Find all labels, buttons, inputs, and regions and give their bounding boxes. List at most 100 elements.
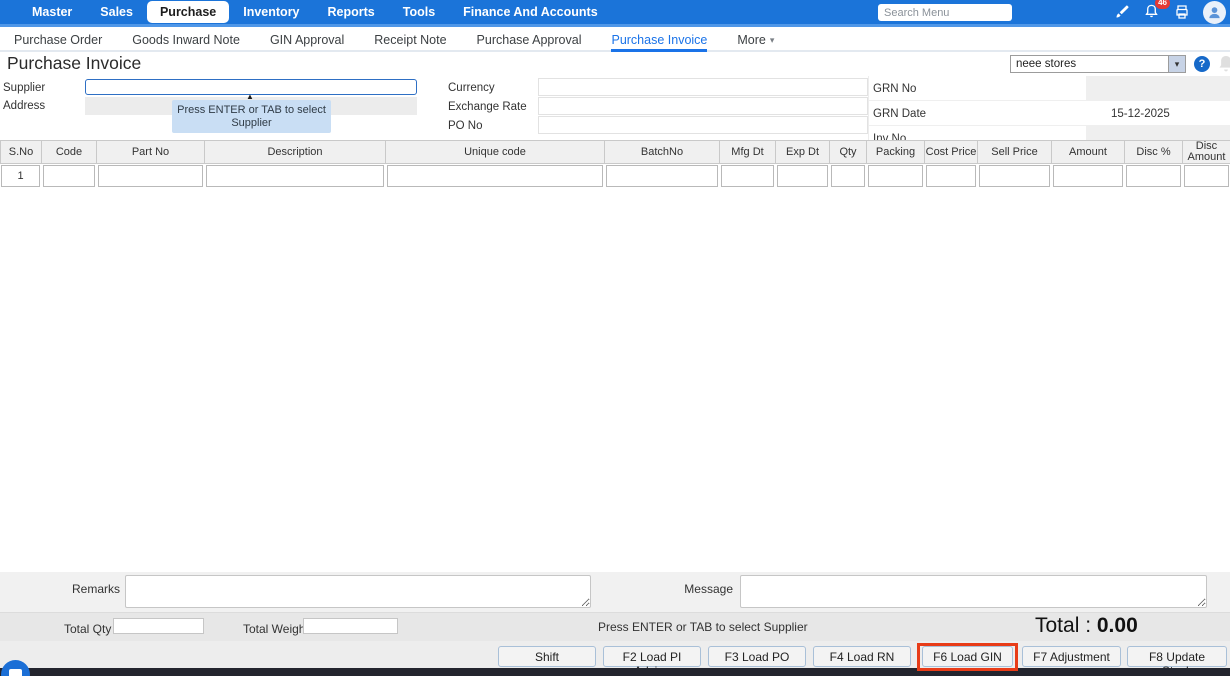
chat-icon xyxy=(9,669,22,676)
column-header-sell-price: Sell Price xyxy=(978,140,1052,164)
tab-more[interactable]: More ▾ xyxy=(737,29,774,51)
nav-icon-group: 46 xyxy=(1113,0,1226,24)
tab-goods-inward-note[interactable]: Goods Inward Note xyxy=(132,29,240,51)
cell-description[interactable] xyxy=(206,165,384,187)
column-header-qty: Qty xyxy=(830,140,867,164)
tab-gin-approval[interactable]: GIN Approval xyxy=(270,29,344,51)
cell-disc-pct[interactable] xyxy=(1126,165,1181,187)
cell-mfg-dt[interactable] xyxy=(721,165,774,187)
total-qty-input[interactable] xyxy=(113,618,204,634)
inv-no-label: Inv No xyxy=(873,133,907,140)
column-header-mfg-dt: Mfg Dt xyxy=(720,140,776,164)
column-header-exp-dt: Exp Dt xyxy=(776,140,830,164)
dropdown-arrow-icon[interactable]: ▾ xyxy=(1168,56,1185,72)
bottom-bar xyxy=(0,668,1230,676)
grn-no-row: GRN No xyxy=(869,76,1230,101)
chevron-down-icon: ▾ xyxy=(769,34,775,45)
cell-packing[interactable] xyxy=(868,165,923,187)
status-message: Press ENTER or TAB to select Supplier xyxy=(598,620,808,634)
notification-count-badge: 46 xyxy=(1155,0,1170,9)
tab-receipt-note[interactable]: Receipt Note xyxy=(374,29,446,51)
nav-item-inventory[interactable]: Inventory xyxy=(229,1,313,23)
cell-part-no[interactable] xyxy=(98,165,203,187)
grn-panel: GRN No GRN Date 15-12-2025 Inv No xyxy=(868,76,1230,140)
user-avatar[interactable] xyxy=(1203,0,1226,24)
function-buttons-strip: Shift F2 Load PI Advice F3 Load PO F4 Lo… xyxy=(0,641,1230,676)
f2-load-pi-advice-button[interactable]: F2 Load PI Advice xyxy=(603,646,701,676)
grand-total-value: 0.00 xyxy=(1096,614,1138,637)
grn-date-label: GRN Date xyxy=(873,108,927,120)
theme-brush-icon[interactable] xyxy=(1113,3,1131,21)
supplier-tooltip: Press ENTER or TAB to select Supplier xyxy=(172,100,331,133)
notifications-bell-icon[interactable]: 46 xyxy=(1143,0,1170,21)
column-header-disc-pct: Disc % xyxy=(1125,140,1183,164)
column-header-part-no: Part No xyxy=(97,140,205,164)
tab-more-label: More xyxy=(737,33,766,47)
cell-batchno[interactable] xyxy=(606,165,718,187)
f4-load-rn-button[interactable]: F4 Load RN xyxy=(813,646,911,667)
cell-disc-amount[interactable] xyxy=(1184,165,1229,187)
nav-item-sales[interactable]: Sales xyxy=(86,1,147,23)
nav-item-master[interactable]: Master xyxy=(18,1,86,23)
grand-total: Total : 0.00 xyxy=(1035,614,1138,638)
nav-item-purchase[interactable]: Purchase xyxy=(146,1,230,23)
remarks-strip: Remarks Message xyxy=(0,572,1230,612)
grand-total-label: Total : xyxy=(1035,614,1092,637)
nav-item-reports[interactable]: Reports xyxy=(314,1,389,23)
po-no-label: PO No xyxy=(448,120,483,132)
tab-purchase-order[interactable]: Purchase Order xyxy=(14,29,102,51)
cell-code[interactable] xyxy=(43,165,95,187)
grn-date-value: 15-12-2025 xyxy=(1111,108,1170,120)
f7-adjustment-button[interactable]: F7 Adjustment xyxy=(1022,646,1121,667)
cell-cost-price[interactable] xyxy=(926,165,976,187)
print-icon[interactable] xyxy=(1173,3,1191,21)
f3-load-po-button[interactable]: F3 Load PO xyxy=(708,646,806,667)
inv-no-value-cell xyxy=(1086,126,1230,140)
nav-item-finance-and-accounts[interactable]: Finance And Accounts xyxy=(449,1,612,23)
currency-input[interactable] xyxy=(538,78,868,96)
address-label: Address xyxy=(3,100,46,112)
message-label: Message xyxy=(684,582,733,596)
tab-purchase-invoice[interactable]: Purchase Invoice xyxy=(611,29,707,52)
page-title: Purchase Invoice xyxy=(7,53,142,73)
supplier-label: Supplier xyxy=(3,82,46,94)
column-header-batchno: BatchNo xyxy=(605,140,720,164)
exchange-rate-label: Exchange Rate xyxy=(448,101,527,113)
po-no-input[interactable] xyxy=(538,116,868,134)
search-input[interactable] xyxy=(878,4,1012,21)
cell-sell-price[interactable] xyxy=(979,165,1050,187)
remarks-label: Remarks xyxy=(72,582,121,596)
cell-amount[interactable] xyxy=(1053,165,1123,187)
column-header-description: Description xyxy=(205,140,386,164)
help-icon[interactable]: ? xyxy=(1194,56,1210,72)
store-selector-value: neee stores xyxy=(1016,58,1077,70)
grn-no-value-cell xyxy=(1086,76,1230,100)
column-header-sno: S.No xyxy=(0,140,42,164)
exchange-rate-input[interactable] xyxy=(538,97,868,115)
currency-label: Currency xyxy=(448,82,495,94)
total-weight-label: Total Weight xyxy=(243,622,309,636)
column-header-code: Code xyxy=(42,140,97,164)
column-header-packing: Packing xyxy=(867,140,925,164)
invoice-form: Supplier Address ▲ Press ENTER or TAB to… xyxy=(0,76,1230,140)
f8-update-stock-button[interactable]: F8 Update Stock xyxy=(1127,646,1227,676)
table-row: 1 xyxy=(1,165,1230,187)
f6-load-gin-button[interactable]: F6 Load GIN xyxy=(922,646,1013,667)
total-weight-input[interactable] xyxy=(303,618,398,634)
total-qty-label: Total Qty xyxy=(64,622,112,636)
grn-no-label: GRN No xyxy=(873,83,917,95)
inv-no-row: Inv No xyxy=(869,126,1230,140)
column-header-cost-price: Cost Price xyxy=(925,140,978,164)
nav-item-tools[interactable]: Tools xyxy=(389,1,449,23)
shift-button[interactable]: Shift xyxy=(498,646,596,667)
column-header-unique-code: Unique code xyxy=(386,140,605,164)
store-selector-dropdown[interactable]: neee stores ▾ xyxy=(1010,55,1186,73)
cell-exp-dt[interactable] xyxy=(777,165,828,187)
remarks-textarea[interactable] xyxy=(125,575,591,608)
column-header-disc-amount: Disc Amount xyxy=(1183,140,1230,164)
cell-qty[interactable] xyxy=(831,165,865,187)
totals-strip: Total Qty Total Weight Press ENTER or TA… xyxy=(0,612,1230,641)
message-textarea[interactable] xyxy=(740,575,1207,608)
cell-unique-code[interactable] xyxy=(387,165,603,187)
tab-purchase-approval[interactable]: Purchase Approval xyxy=(477,29,582,51)
